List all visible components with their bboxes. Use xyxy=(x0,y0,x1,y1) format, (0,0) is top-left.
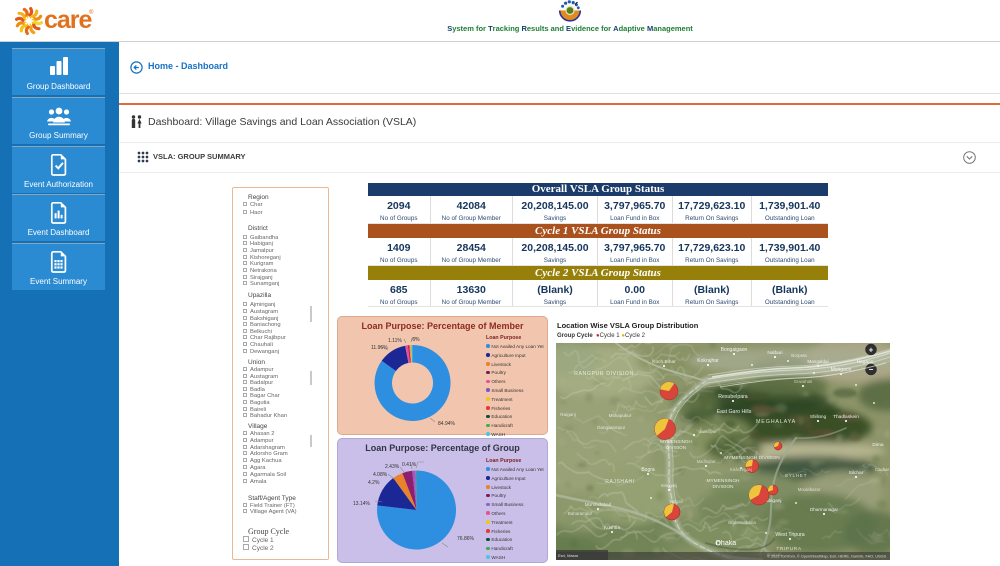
svg-text:+: + xyxy=(869,345,874,354)
svg-text:Dharmanagar: Dharmanagar xyxy=(810,507,839,512)
svg-text:Resubelpara: Resubelpara xyxy=(718,394,748,400)
svg-text:DIVISION: DIVISION xyxy=(666,445,686,450)
svg-text:Jamalpur: Jamalpur xyxy=(699,429,717,434)
svg-text:Kokrajhar: Kokrajhar xyxy=(697,358,719,364)
svg-text:Bongaigaon: Bongaigaon xyxy=(721,347,748,353)
svg-text:SYLHET: SYLHET xyxy=(785,473,807,479)
svg-text:Tangail: Tangail xyxy=(669,499,682,504)
svg-text:Koch Bihar: Koch Bihar xyxy=(652,359,676,365)
svg-text:Madhupur: Madhupur xyxy=(697,459,716,464)
svg-text:Silchar: Silchar xyxy=(849,470,864,476)
svg-text:Dima: Dima xyxy=(872,442,884,448)
svg-text:Gangarampur: Gangarampur xyxy=(597,425,626,430)
svg-text:© 2023 TomTom, © OpenStreetMap: © 2023 TomTom, © OpenStreetMap, Esri, HE… xyxy=(767,555,886,559)
svg-text:Nalbari: Nalbari xyxy=(767,350,782,356)
svg-text:West Tripura: West Tripura xyxy=(775,532,804,538)
svg-text:MYMENSINGH: MYMENSINGH xyxy=(660,439,692,444)
svg-text:RAJSHAHI: RAJSHAHI xyxy=(605,479,635,485)
svg-text:RANGPUR DIVISION: RANGPUR DIVISION xyxy=(574,371,634,377)
svg-text:Moulvibazar: Moulvibazar xyxy=(798,487,821,492)
svg-text:Guwahati: Guwahati xyxy=(794,379,813,384)
svg-text:Bogra: Bogra xyxy=(641,467,655,473)
svg-text:Mangaldai: Mangaldai xyxy=(807,359,828,364)
svg-text:Kishoreganj: Kishoreganj xyxy=(730,467,752,472)
svg-text:MEGHALAYA: MEGHALAYA xyxy=(756,419,796,425)
svg-text:Baharampur: Baharampur xyxy=(568,511,593,516)
svg-text:Borpeta: Borpeta xyxy=(791,353,807,358)
svg-text:Sirajganj: Sirajganj xyxy=(661,483,677,488)
svg-text:Esri, Maxar: Esri, Maxar xyxy=(558,553,579,558)
svg-text:Kushtia: Kushtia xyxy=(604,525,620,531)
svg-text:Thadlaskein: Thadlaskein xyxy=(833,414,859,420)
svg-text:DIVISION: DIVISION xyxy=(712,484,734,490)
svg-text:Murshidabad: Murshidabad xyxy=(585,502,612,507)
svg-text:Raiganj: Raiganj xyxy=(560,412,576,417)
svg-text:Shillong: Shillong xyxy=(810,414,827,419)
svg-text:East Garo Hills: East Garo Hills xyxy=(717,409,752,415)
svg-text:Brahmanbaria: Brahmanbaria xyxy=(728,520,756,525)
svg-text:MYMENSINGH: MYMENSINGH xyxy=(706,478,740,484)
svg-text:Mithapukur: Mithapukur xyxy=(609,413,632,418)
svg-text:Cachar: Cachar xyxy=(875,467,890,472)
